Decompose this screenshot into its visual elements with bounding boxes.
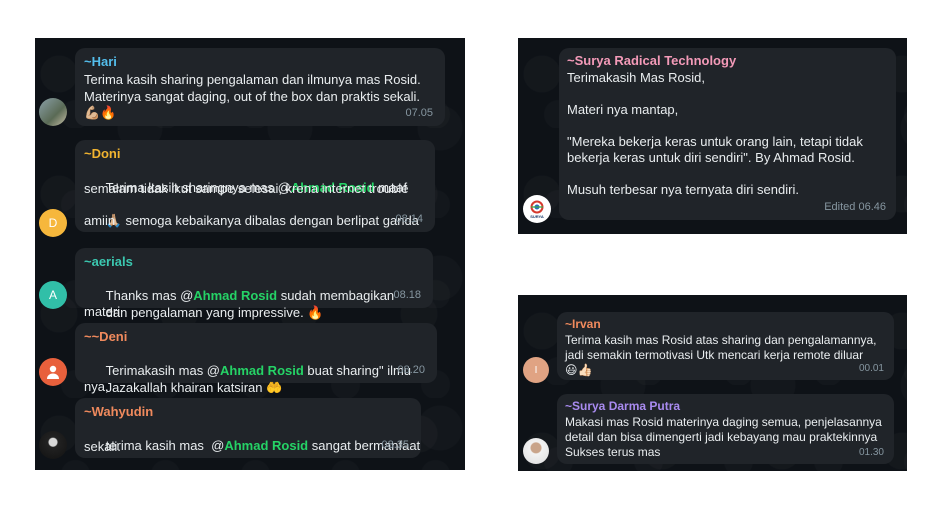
avatar[interactable] bbox=[39, 431, 67, 459]
text-part: semoga kebaikanya dibalas dengan berlipa… bbox=[121, 213, 419, 228]
message-text: Materinya sangat daging, out of the box … bbox=[84, 89, 421, 104]
sender-name[interactable]: ~Irvan bbox=[565, 317, 601, 332]
message-bubble[interactable]: ~Wahyudin terima kasih mas @Ahmad Rosid … bbox=[75, 398, 421, 458]
message-time: 07.05 bbox=[405, 107, 433, 119]
sender-name[interactable]: ~Surya Radical Technology bbox=[567, 53, 736, 69]
message-bubble[interactable]: ~Hari Terima kasih sharing pengalaman da… bbox=[75, 48, 445, 126]
emoji: 🔥 bbox=[307, 306, 324, 321]
avatar-letter: D bbox=[48, 216, 58, 230]
emoji: 💪🏼🔥 bbox=[84, 106, 117, 121]
mention-link[interactable]: Ahmad Rosid bbox=[224, 438, 308, 453]
chat-panel-left: ~Hari Terima kasih sharing pengalaman da… bbox=[35, 38, 465, 470]
logo-icon bbox=[530, 200, 544, 213]
message-text: Sukses terus mas bbox=[565, 445, 661, 459]
message-bubble[interactable]: ~~Deni Terimakasih mas @Ahmad Rosid buat… bbox=[75, 323, 437, 396]
message-time: 08.18 bbox=[393, 289, 421, 301]
message-text: semalam tidak ikut sampe selesai, krena … bbox=[84, 181, 409, 196]
chat-panel-bottom-right: ~Irvan Terima kasih mas Rosid atas shari… bbox=[518, 295, 907, 471]
logo-text: SURYA bbox=[530, 213, 544, 219]
message-text: Materi nya mantap, bbox=[567, 102, 679, 117]
message-time: 08.14 bbox=[395, 213, 423, 225]
emoji: 😃👍🏻 bbox=[565, 363, 593, 377]
avatar-letter: A bbox=[48, 288, 57, 302]
message-text: bekerja keras untuk diri sendiri". By Ah… bbox=[567, 150, 855, 165]
avatar[interactable]: I bbox=[523, 357, 549, 383]
avatar[interactable]: D bbox=[39, 209, 67, 237]
message-text: Terimakasih Mas Rosid, bbox=[567, 70, 705, 85]
text-part: Jazakallah khairan katsiran bbox=[105, 380, 267, 395]
message-bubble[interactable]: ~aerials Thanks mas @Ahmad Rosid sudah m… bbox=[75, 248, 433, 321]
avatar-letter: I bbox=[534, 364, 538, 376]
text-part: terima kasih mas @ bbox=[105, 438, 225, 453]
message-bubble[interactable]: ~Surya Darma Putra Makasi mas Rosid mate… bbox=[557, 394, 894, 464]
message-bubble[interactable]: ~Surya Radical Technology Terimakasih Ma… bbox=[559, 48, 896, 220]
avatar[interactable]: A bbox=[39, 281, 67, 309]
avatar[interactable] bbox=[39, 358, 67, 386]
message-text: "Mereka bekerja keras untuk orang lain, … bbox=[567, 134, 863, 149]
message-time: 00.01 bbox=[858, 363, 884, 374]
message-text: jadi semakin termotivasi Utk mencari ker… bbox=[565, 348, 864, 362]
avatar[interactable]: SURYA bbox=[523, 195, 551, 223]
sender-name[interactable]: ~Doni bbox=[84, 146, 120, 162]
text-part: dan pengalaman yang impressive. bbox=[105, 305, 308, 320]
sender-name[interactable]: ~~Deni bbox=[84, 329, 127, 345]
message-text: Musuh terbesar nya ternyata diri sendiri… bbox=[567, 182, 799, 197]
sender-name[interactable]: ~Surya Darma Putra bbox=[565, 399, 680, 414]
chat-panel-top-right: ~Surya Radical Technology Terimakasih Ma… bbox=[518, 38, 907, 234]
sender-name[interactable]: ~Wahyudin bbox=[84, 404, 153, 420]
sender-name[interactable]: ~Hari bbox=[84, 54, 117, 70]
sender-name[interactable]: ~aerials bbox=[84, 254, 133, 270]
message-text: Terima kasih sharing pengalaman dan ilmu… bbox=[84, 72, 421, 87]
emoji: 🤲 bbox=[266, 381, 283, 396]
message-bubble[interactable]: ~Doni Terima kasih sharingnya mas @Ahmad… bbox=[75, 140, 435, 232]
message-time: 08.20 bbox=[397, 364, 425, 376]
message-time: 01.30 bbox=[858, 447, 884, 458]
message-text: Terima kasih mas Rosid atas sharing dan … bbox=[565, 333, 877, 347]
message-text: Makasi mas Rosid materinya daging semua,… bbox=[565, 415, 882, 429]
message-time: Edited 06.46 bbox=[824, 201, 886, 213]
person-icon bbox=[47, 365, 59, 379]
message-time: 08.35 bbox=[381, 439, 409, 451]
message-text: amiin bbox=[84, 213, 116, 228]
message-text: sekali. bbox=[84, 439, 121, 454]
message-text: detail dan bisa dimengerti jadi kebayang… bbox=[565, 430, 878, 444]
message-text: 🙏🏼 semoga kebaikanya dibalas dengan berl… bbox=[84, 197, 419, 246]
message-bubble[interactable]: ~Irvan Terima kasih mas Rosid atas shari… bbox=[557, 312, 894, 380]
avatar[interactable] bbox=[39, 98, 67, 126]
message-text: terima kasih mas @Ahmad Rosid sangat ber… bbox=[84, 422, 421, 470]
avatar[interactable] bbox=[523, 438, 549, 464]
